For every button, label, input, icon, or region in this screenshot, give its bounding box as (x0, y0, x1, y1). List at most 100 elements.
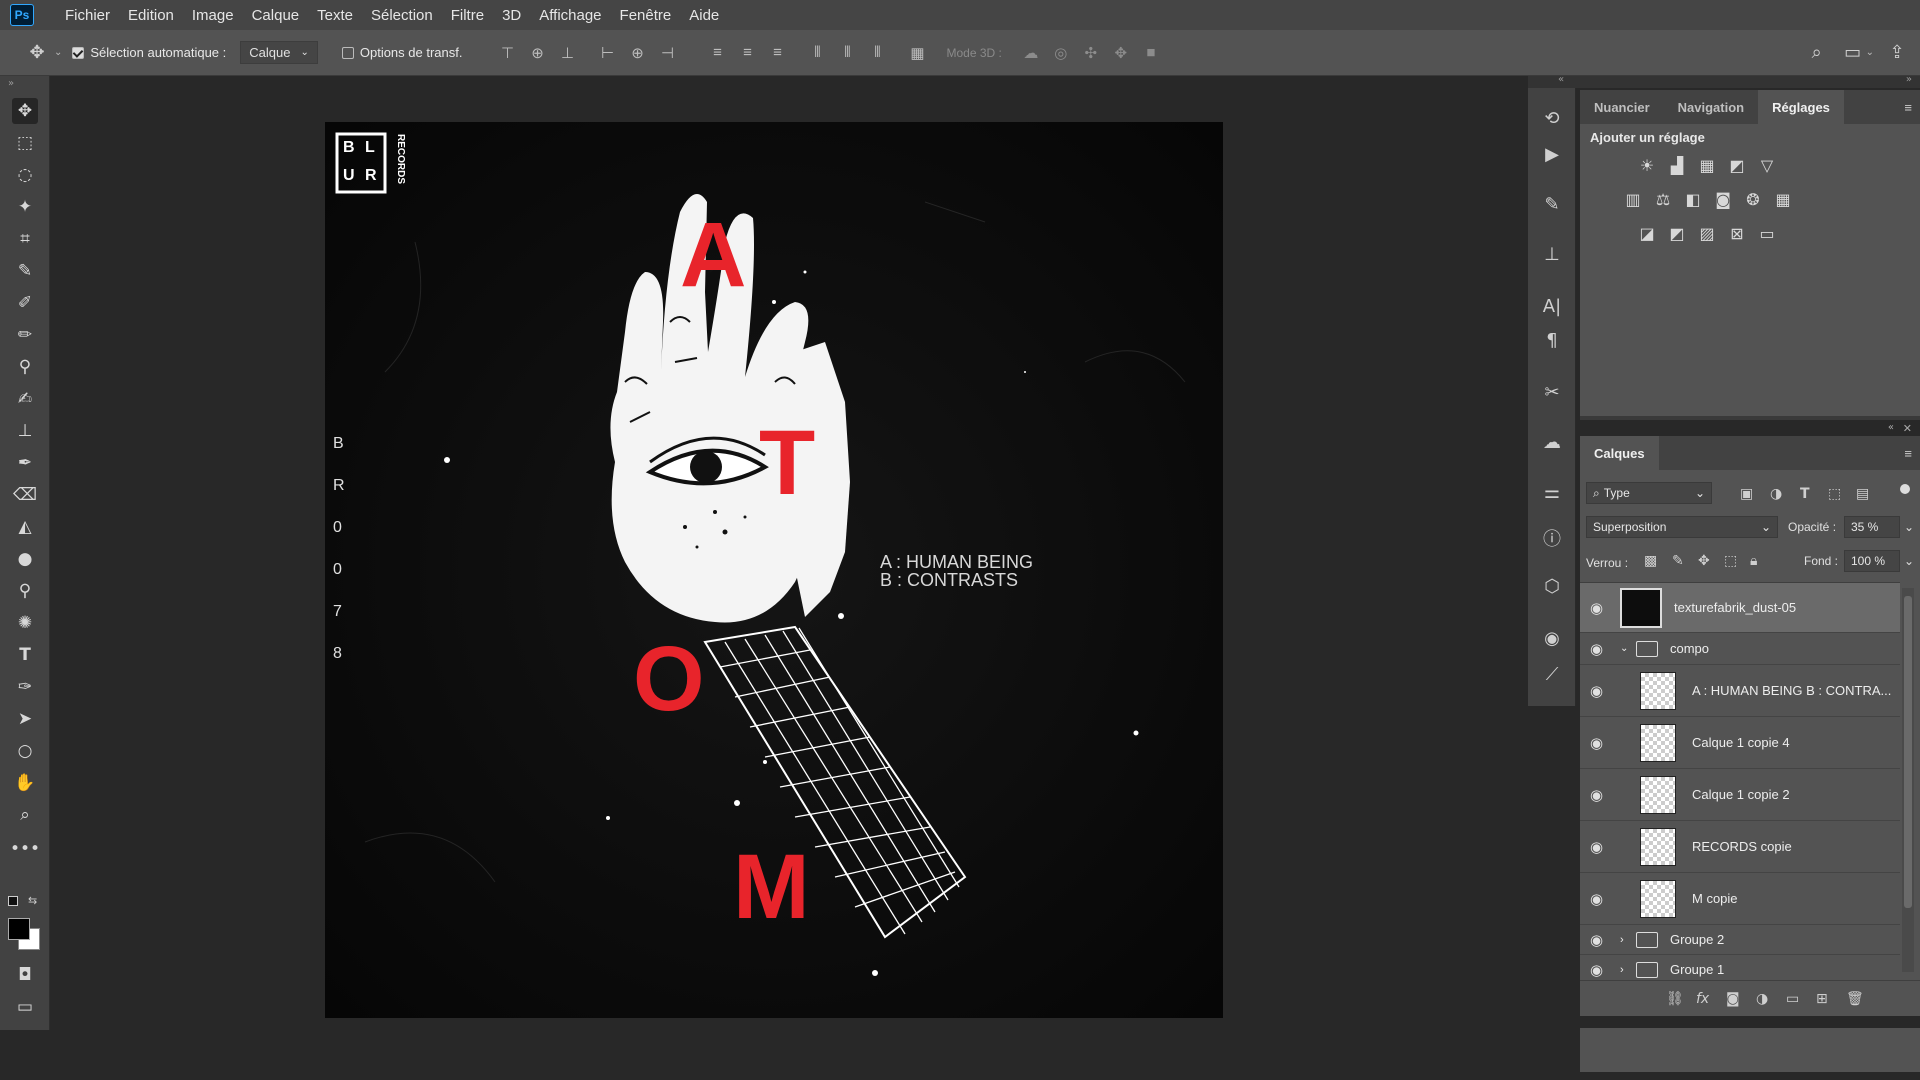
fill-input[interactable]: 100 % (1844, 550, 1900, 572)
visibility-eye-icon[interactable]: ◉ (1590, 599, 1603, 617)
eyedropper-tool-icon[interactable]: ✎ (12, 258, 38, 284)
crop-tool-icon[interactable]: ⌗ (12, 226, 38, 252)
link-layers-icon[interactable]: ⛓ (1666, 991, 1684, 1007)
collapse-right-icon[interactable]: » (1906, 74, 1912, 85)
clone-source-icon[interactable]: ⊥ (1538, 240, 1566, 268)
curves-icon[interactable]: ▦ (1696, 154, 1718, 176)
marquee-tool-icon[interactable]: ⬚ (12, 130, 38, 156)
distribute-vcenter-icon[interactable]: ≡ (732, 44, 762, 61)
distribute-top-icon[interactable]: ≡ (702, 44, 732, 61)
dodge-tool-icon[interactable]: ⚲ (12, 578, 38, 604)
filter-type-icon[interactable]: T (1800, 486, 1810, 502)
lock-position-icon[interactable]: ✥ (1698, 553, 1710, 569)
group-collapsed-chevron-icon[interactable]: › (1620, 934, 1624, 946)
layer-row[interactable]: ◉ M copie (1580, 873, 1900, 925)
align-right-icon[interactable]: ⊣ (652, 44, 682, 62)
distribute-bottom-icon[interactable]: ≡ (762, 44, 792, 61)
visibility-eye-icon[interactable]: ◉ (1590, 682, 1603, 700)
collapse-left-icon[interactable]: « (1558, 74, 1564, 85)
roll-3d-icon[interactable]: ◎ (1046, 44, 1076, 62)
color-lookup-icon[interactable]: ▦ (1772, 188, 1794, 210)
opacity-input[interactable]: 35 % (1844, 516, 1900, 538)
visibility-eye-icon[interactable]: ◉ (1590, 838, 1603, 856)
layer-row[interactable]: ◉ RECORDS copie (1580, 821, 1900, 873)
lock-artboard-icon[interactable]: ⬚ (1724, 553, 1737, 569)
selective-color-icon[interactable]: ⊠ (1726, 222, 1748, 244)
layers-menu-icon[interactable]: ≡ (1904, 436, 1920, 470)
vibrance-icon[interactable]: ▽ (1756, 154, 1778, 176)
collapse-toolbar-icon[interactable]: » (8, 78, 14, 89)
pen-tool-icon[interactable]: ✑ (12, 674, 38, 700)
threshold-icon[interactable]: ▨ (1696, 222, 1718, 244)
menu-aide[interactable]: Aide (680, 7, 728, 24)
paint-bucket-tool-icon[interactable]: ◭ (12, 514, 38, 540)
character-panel-icon[interactable]: A| (1538, 292, 1566, 320)
pan-3d-icon[interactable]: ✣ (1076, 44, 1106, 62)
visibility-eye-icon[interactable]: ◉ (1590, 931, 1603, 949)
hand-tool-icon[interactable]: ✋ (12, 770, 38, 796)
foreground-color-swatch[interactable] (8, 918, 30, 940)
libraries-panel-icon[interactable]: ☁ (1538, 428, 1566, 456)
layer-group-row[interactable]: ◉ › Groupe 2 (1580, 925, 1900, 955)
auto-align-icon[interactable]: ▦ (902, 44, 932, 62)
camera-3d-icon[interactable]: ■ (1136, 44, 1166, 61)
properties-panel-icon[interactable]: ⚌ (1538, 478, 1566, 506)
workspace-chevron-icon[interactable]: ⌄ (1866, 47, 1874, 58)
screen-mode-icon[interactable]: ▭ (12, 994, 38, 1020)
swap-colors-icon[interactable]: ⇆ (28, 894, 37, 907)
collapse-panel-icon[interactable]: « (1888, 422, 1894, 433)
new-layer-icon[interactable]: ⊞ (1816, 991, 1828, 1007)
align-left-icon[interactable]: ⊢ (592, 44, 622, 62)
channel-mixer-icon[interactable]: ❂ (1742, 188, 1764, 210)
align-vcenter-icon[interactable]: ⊕ (522, 44, 552, 62)
tool-preset-chevron-icon[interactable]: ⌄ (54, 47, 62, 58)
auto-select-target-dropdown[interactable]: Calque ⌄ (240, 41, 318, 64)
layer-row[interactable]: ◉ Calque 1 copie 2 (1580, 769, 1900, 821)
scrollbar-thumb[interactable] (1904, 596, 1912, 908)
tab-layers[interactable]: Calques (1580, 436, 1659, 470)
filter-kind-dropdown[interactable]: ⌕ Type ⌄ (1586, 482, 1712, 504)
tool-presets-icon[interactable]: ✂ (1538, 378, 1566, 406)
transform-controls-checkbox[interactable] (341, 46, 354, 59)
stamp-tool-icon[interactable]: ⊥ (12, 418, 38, 444)
menu-affichage[interactable]: Affichage (530, 7, 610, 24)
visibility-eye-icon[interactable]: ◉ (1590, 890, 1603, 908)
add-mask-icon[interactable]: ◙ (1726, 991, 1740, 1007)
search-icon[interactable]: ⌕ (1804, 40, 1830, 66)
healing-brush-tool-icon[interactable]: ✐ (12, 290, 38, 316)
brush-tool-icon[interactable]: ✏ (12, 322, 38, 348)
orbit-3d-icon[interactable]: ☁ (1016, 44, 1046, 62)
auto-select-checkbox[interactable] (72, 46, 85, 59)
new-group-icon[interactable]: ▭ (1786, 991, 1799, 1007)
levels-icon[interactable]: ▟ (1666, 154, 1688, 176)
distribute-hcenter-icon[interactable]: ⦀ (832, 44, 862, 61)
filter-smart-object-icon[interactable]: ▤ (1856, 486, 1869, 502)
paths-panel-icon[interactable]: ⟋ (1538, 660, 1566, 688)
menu-filtre[interactable]: Filtre (442, 7, 493, 24)
actions-panel-icon[interactable]: ▶ (1538, 140, 1566, 168)
distribute-left-icon[interactable]: ⦀ (802, 44, 832, 61)
layer-row[interactable]: ◉ texturefabrik_dust-05 (1580, 583, 1900, 633)
lock-all-icon[interactable]: 🔒︎ (1750, 553, 1757, 569)
menu-selection[interactable]: Sélection (362, 7, 442, 24)
invert-icon[interactable]: ◪ (1636, 222, 1658, 244)
channels-panel-icon[interactable]: ◉ (1538, 624, 1566, 652)
filter-shape-icon[interactable]: ⬚ (1828, 486, 1841, 502)
brightness-icon[interactable]: ☀ (1636, 154, 1658, 176)
layer-group-row[interactable]: ◉ ⌄ compo (1580, 633, 1900, 665)
group-collapsed-chevron-icon[interactable]: › (1620, 964, 1624, 976)
history-brush-tool-icon[interactable]: ✍ (12, 386, 38, 412)
hue-saturation-icon[interactable]: ▥ (1622, 188, 1644, 210)
share-icon[interactable]: ⇪ (1884, 40, 1910, 66)
layer-group-row[interactable]: ◉ › Groupe 1 (1580, 955, 1900, 978)
blur-tool-icon[interactable]: ● (12, 546, 38, 572)
art-history-brush-tool-icon[interactable]: ✒ (12, 450, 38, 476)
visibility-eye-icon[interactable]: ◉ (1590, 786, 1603, 804)
menu-calque[interactable]: Calque (243, 7, 309, 24)
history-panel-icon[interactable]: ⟲ (1538, 104, 1566, 132)
tab-adjustments[interactable]: Réglages (1758, 90, 1844, 124)
visibility-eye-icon[interactable]: ◉ (1590, 640, 1603, 658)
more-tools-icon[interactable]: ••• (10, 836, 40, 862)
filter-adjustment-icon[interactable]: ◑ (1770, 486, 1782, 502)
tab-navigation[interactable]: Navigation (1664, 90, 1758, 124)
